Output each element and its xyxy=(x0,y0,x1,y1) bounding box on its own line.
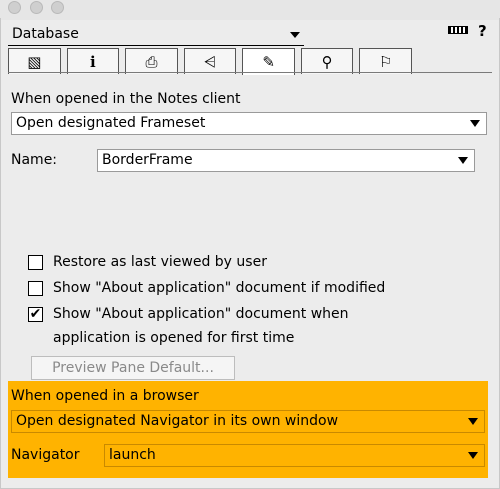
design-icon: ⩤ xyxy=(204,52,217,71)
chevron-down-icon xyxy=(464,113,486,134)
chevron-down-icon xyxy=(290,32,300,38)
tab-advanced[interactable]: ⚐ xyxy=(359,48,413,74)
preview-pane-default-button[interactable]: Preview Pane Default... xyxy=(31,356,235,380)
tab-info[interactable]: i xyxy=(66,48,120,74)
chevron-down-icon xyxy=(452,150,474,171)
browser-open-select[interactable]: Open designated Navigator in its own win… xyxy=(11,410,485,433)
restore-label: Restore as last viewed by user xyxy=(53,254,267,270)
title-bar xyxy=(0,0,500,20)
frameset-name-select[interactable]: BorderFrame xyxy=(97,149,475,172)
about-first-time-label: Show "About application" document when xyxy=(53,306,349,322)
close-window-button[interactable] xyxy=(8,1,21,14)
about-if-modified-label: Show "About application" document if mod… xyxy=(53,280,386,296)
select-underline xyxy=(8,45,304,46)
frameset-name-value: BorderFrame xyxy=(102,152,193,168)
minimize-window-button[interactable] xyxy=(30,1,43,14)
chevron-down-icon xyxy=(462,411,484,432)
database-icon: ▧ xyxy=(27,52,42,71)
tab-printing[interactable]: ⎙ xyxy=(125,48,178,74)
name-label: Name: xyxy=(11,152,58,168)
about-first-time-label-cont: application is opened for first time xyxy=(53,330,295,346)
printer-icon: ⎙ xyxy=(145,52,158,71)
navigator-select[interactable]: launch xyxy=(104,444,485,467)
about-first-time-checkbox[interactable]: ✔ xyxy=(28,307,43,322)
help-icon[interactable]: ? xyxy=(478,22,487,40)
notes-open-select[interactable]: Open designated Frameset xyxy=(11,112,487,135)
properties-tabs: ▧ i ⎙ ⩤ ✎ ⚲ ⚐ xyxy=(8,48,418,75)
browser-section: When opened in a browser Open designated… xyxy=(8,381,488,478)
about-if-modified-checkbox[interactable] xyxy=(28,281,43,296)
tab-design[interactable]: ⩤ xyxy=(183,48,237,74)
tab-launch[interactable]: ✎ xyxy=(242,48,295,75)
notes-open-value: Open designated Frameset xyxy=(16,115,206,131)
browser-section-label: When opened in a browser xyxy=(11,388,199,404)
object-type-value: Database xyxy=(12,26,79,42)
propeller-hat-icon: ⚐ xyxy=(379,52,393,71)
navigator-value: launch xyxy=(109,447,156,463)
browser-open-value: Open designated Navigator in its own win… xyxy=(16,413,339,429)
check-mark-icon: ✔ xyxy=(29,306,42,322)
navigator-label: Navigator xyxy=(11,447,80,463)
object-type-select[interactable]: Database xyxy=(8,26,304,46)
tab-basics[interactable]: ▧ xyxy=(8,48,61,74)
pin-icon[interactable] xyxy=(448,26,468,34)
rocket-icon: ✎ xyxy=(262,53,275,71)
chevron-down-icon xyxy=(462,445,484,466)
notes-client-section-label: When opened in the Notes client xyxy=(11,91,241,107)
magnifier-icon: ⚲ xyxy=(321,52,333,71)
tab-search[interactable]: ⚲ xyxy=(300,48,354,74)
tab-divider xyxy=(8,72,492,73)
info-icon: i xyxy=(90,52,96,71)
restore-checkbox[interactable] xyxy=(28,255,43,270)
zoom-window-button[interactable] xyxy=(51,1,64,14)
